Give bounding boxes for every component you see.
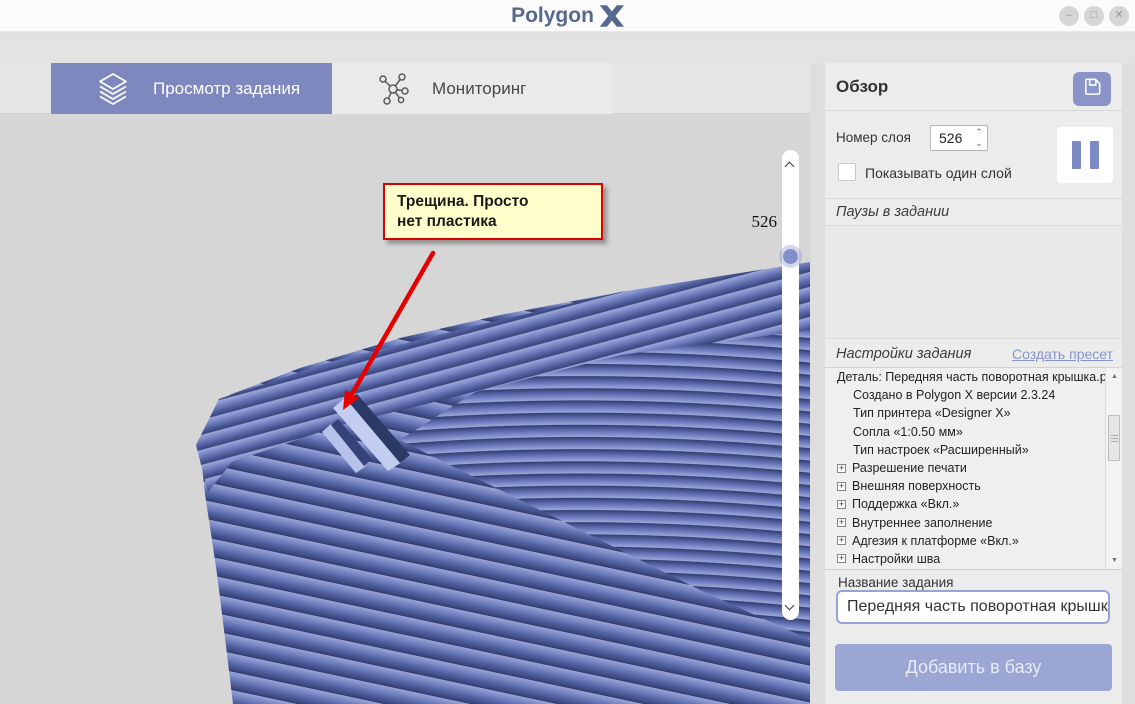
tree-item-label: Создано в Polygon X версии 2.3.24 bbox=[853, 388, 1056, 403]
slider-thumb[interactable] bbox=[783, 249, 798, 264]
slider-value-label: 526 bbox=[751, 212, 778, 231]
layer-number-spinner: ⌃ ⌄ bbox=[930, 125, 988, 151]
tree-item[interactable]: Настройки шва bbox=[825, 550, 1122, 568]
tree-item[interactable]: Внешняя поверхность bbox=[825, 477, 1122, 495]
job-name-input[interactable] bbox=[836, 590, 1110, 624]
layer-slider[interactable] bbox=[782, 150, 799, 620]
show-one-layer-checkbox[interactable] bbox=[838, 163, 856, 181]
tree-item[interactable]: Тип принтера «Designer X» bbox=[825, 404, 1122, 422]
tree-item[interactable]: Сопла «1:0.50 мм» bbox=[825, 423, 1122, 441]
job-settings-heading: Настройки задания bbox=[836, 346, 972, 362]
add-to-database-button[interactable]: Добавить в базу bbox=[835, 644, 1112, 691]
annotation-note: Трещина. Просто нет пластика bbox=[383, 183, 603, 240]
tree-item[interactable]: Создано в Polygon X версии 2.3.24 bbox=[825, 386, 1122, 404]
application-window: Polygon – □ ✕ Просмотр задания Мониторин… bbox=[0, 0, 1135, 704]
expander-icon[interactable] bbox=[837, 518, 846, 528]
scrollbar-thumb[interactable] bbox=[1108, 415, 1120, 461]
spinner-up-icon[interactable]: ⌃ bbox=[973, 127, 985, 138]
pause-icon bbox=[1071, 141, 1081, 169]
job-name-label: Название задания bbox=[838, 575, 954, 590]
panel-title: Обзор bbox=[836, 77, 889, 96]
tab-label: Мониторинг bbox=[432, 78, 527, 98]
divider bbox=[825, 198, 1122, 199]
slider-up-icon[interactable] bbox=[786, 161, 794, 169]
tree-item-label: Деталь: Передняя часть поворотная крышка… bbox=[837, 370, 1122, 385]
title-bar: Polygon – □ ✕ bbox=[0, 0, 1135, 32]
annotation-line: нет пластика bbox=[397, 213, 497, 230]
logo-text: Polygon bbox=[511, 4, 594, 27]
pauses-heading: Паузы в задании bbox=[836, 204, 950, 220]
tree-item[interactable]: Внутреннее заполнение bbox=[825, 514, 1122, 532]
expander-icon[interactable] bbox=[837, 536, 846, 546]
spinner-down-icon[interactable]: ⌄ bbox=[973, 138, 985, 149]
scroll-up-icon[interactable]: ▲ bbox=[1107, 369, 1122, 384]
tree-item-label: Сопла «1:0.50 мм» bbox=[853, 424, 963, 439]
expander-icon[interactable] bbox=[837, 463, 846, 473]
tree-scrollbar[interactable]: ▲ ▼ bbox=[1105, 368, 1122, 569]
app-logo: Polygon bbox=[0, 0, 1135, 32]
tree-item[interactable]: Адгезия к платформе «Вкл.» bbox=[825, 532, 1122, 550]
window-controls: – □ ✕ bbox=[1059, 6, 1129, 26]
expander-icon[interactable] bbox=[837, 481, 846, 491]
3d-viewport[interactable]: Трещина. Просто нет пластика 526 bbox=[0, 114, 810, 704]
maximize-button[interactable]: □ bbox=[1084, 6, 1104, 26]
expander-icon[interactable] bbox=[837, 499, 846, 509]
job-settings-tree: Деталь: Передняя часть поворотная крышка… bbox=[825, 367, 1122, 570]
tab-monitoring[interactable]: Мониторинг bbox=[332, 63, 612, 114]
scroll-down-icon[interactable]: ▼ bbox=[1107, 553, 1122, 568]
annotation-line: Трещина. Просто bbox=[397, 193, 529, 210]
tree-item-label: Настройки шва bbox=[852, 551, 941, 566]
expander-icon[interactable] bbox=[837, 554, 846, 564]
overview-panel: Обзор Номер слоя ⌃ ⌄ Показывать один сло… bbox=[825, 63, 1122, 704]
tree-item-label: Внешняя поверхность bbox=[852, 479, 981, 494]
save-button[interactable] bbox=[1073, 72, 1111, 106]
tree-item[interactable]: Поддержка «Вкл.» bbox=[825, 495, 1122, 513]
pause-icon bbox=[1089, 141, 1099, 169]
divider bbox=[825, 110, 1122, 111]
show-one-layer-label: Показывать один слой bbox=[865, 165, 1012, 181]
tree-item-label: Адгезия к платформе «Вкл.» bbox=[852, 533, 1019, 548]
minimize-button[interactable]: – bbox=[1059, 6, 1079, 26]
tab-bar: Просмотр задания Мониторинг bbox=[0, 63, 810, 114]
tree-item-label: Поддержка «Вкл.» bbox=[852, 497, 960, 512]
monitoring-icon bbox=[374, 70, 412, 108]
tree-item[interactable]: Разрешение печати bbox=[825, 459, 1122, 477]
tree-item-label: Тип настроек «Расширенный» bbox=[853, 442, 1029, 457]
tree-item-label: Разрешение печати bbox=[852, 461, 967, 476]
layers-icon bbox=[93, 69, 133, 109]
slider-down-icon[interactable] bbox=[786, 603, 794, 611]
header-band bbox=[0, 33, 1135, 63]
create-preset-link[interactable]: Создать пресет bbox=[1012, 346, 1113, 362]
logo-x-icon bbox=[597, 5, 624, 27]
layer-number-input[interactable] bbox=[931, 126, 971, 150]
tree-item-label: Тип принтера «Designer X» bbox=[853, 406, 1011, 421]
tree-item-label: Внутреннее заполнение bbox=[852, 515, 993, 530]
close-button[interactable]: ✕ bbox=[1109, 6, 1129, 26]
pause-button[interactable] bbox=[1057, 127, 1113, 183]
tab-label: Просмотр задания bbox=[153, 78, 301, 98]
pauses-list bbox=[825, 225, 1122, 339]
tree-item[interactable]: Тип настроек «Расширенный» bbox=[825, 441, 1122, 459]
tree-item[interactable]: Деталь: Передняя часть поворотная крышка… bbox=[825, 368, 1122, 386]
save-icon bbox=[1082, 76, 1103, 102]
tab-job-view[interactable]: Просмотр задания bbox=[51, 63, 332, 114]
layer-number-label: Номер слоя bbox=[836, 130, 911, 145]
